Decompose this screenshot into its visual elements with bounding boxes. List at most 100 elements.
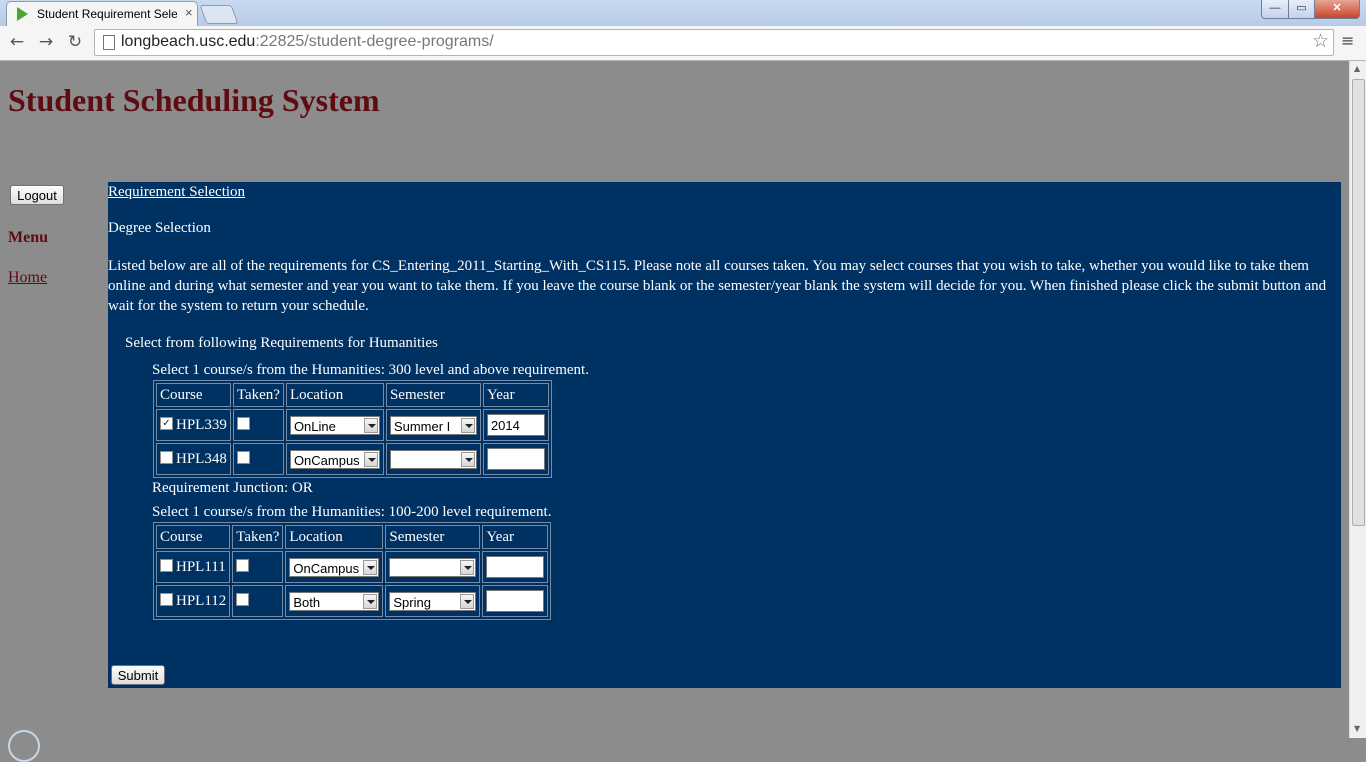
location-value: OnCampus xyxy=(293,452,360,468)
browser-menu-icon[interactable]: ≡ xyxy=(1341,33,1355,49)
new-tab-button[interactable] xyxy=(199,5,239,24)
year-input[interactable]: 2014 xyxy=(486,414,545,436)
taken-cell xyxy=(232,409,284,441)
taken-checkbox[interactable] xyxy=(236,450,250,464)
location-value: Both xyxy=(293,594,321,610)
chevron-down-icon[interactable] xyxy=(363,417,378,433)
address-bar[interactable]: longbeach.usc.edu:22825/student-degree-p… xyxy=(94,29,1334,56)
year-cell xyxy=(482,551,549,583)
chevron-down-icon[interactable] xyxy=(460,593,475,609)
bookmark-star-icon[interactable]: ☆ xyxy=(1312,30,1329,52)
semester-select[interactable]: Summer I xyxy=(389,415,477,435)
taken-checkbox[interactable] xyxy=(236,592,250,606)
close-window-button[interactable]: ✕ xyxy=(1314,0,1360,19)
intro-text: Listed below are all of the requirements… xyxy=(108,258,1327,314)
requirement-title: Select 1 course/s from the Humanities: 3… xyxy=(152,362,589,378)
semester-header: Semester xyxy=(385,525,481,549)
location-select[interactable]: OnCampus xyxy=(289,449,380,469)
tab-close-icon[interactable]: × xyxy=(185,5,193,20)
year-cell: 2014 xyxy=(482,409,549,441)
minimize-button[interactable]: — xyxy=(1261,0,1289,19)
browser-titlebar: Student Requirement Sele × — ▭ ✕ xyxy=(0,0,1366,27)
course-select-checkbox[interactable]: ✓ xyxy=(160,416,173,430)
taken-cell xyxy=(232,551,284,583)
location-header: Location xyxy=(285,383,384,407)
submit-button[interactable]: Submit xyxy=(111,665,165,685)
taken-cell xyxy=(232,443,284,475)
requirement-table: Course Taken? Location Semester Year HPL… xyxy=(153,522,552,620)
location-cell: OnLine xyxy=(285,409,384,441)
year-input[interactable] xyxy=(486,448,545,470)
year-input[interactable] xyxy=(486,556,545,578)
url-text[interactable]: longbeach.usc.edu:22825/student-degree-p… xyxy=(121,33,494,51)
course-header: Course xyxy=(156,525,231,549)
taken-header: Taken? xyxy=(232,525,284,549)
location-cell: OnCampus xyxy=(285,551,384,583)
tab-title: Student Requirement Sele xyxy=(37,7,177,21)
back-arrow-icon[interactable]: ← xyxy=(6,31,28,53)
course-cell: HPL112 xyxy=(156,585,231,617)
requirement-table: Course Taken? Location Semester Year ✓ HP… xyxy=(153,380,552,478)
chevron-down-icon[interactable] xyxy=(460,451,475,467)
taken-checkbox[interactable] xyxy=(236,416,250,430)
browser-toolbar: ← → ↻ longbeach.usc.edu:22825/student-de… xyxy=(0,26,1366,61)
course-select-checkbox[interactable] xyxy=(160,450,173,464)
taken-cell xyxy=(232,585,284,617)
maximize-button[interactable]: ▭ xyxy=(1288,0,1315,19)
requirement-group-title: Select from following Requirements for H… xyxy=(125,335,438,351)
location-cell: Both xyxy=(285,585,384,617)
browser-tab[interactable]: Student Requirement Sele × xyxy=(6,1,198,27)
scroll-up-arrow-icon[interactable]: ▲ xyxy=(1354,64,1360,73)
url-host: longbeach.usc.edu xyxy=(121,33,256,50)
chevron-down-icon[interactable] xyxy=(460,417,475,433)
home-link[interactable]: Home xyxy=(8,269,47,287)
scrollbar-thumb[interactable] xyxy=(1352,79,1365,526)
location-select[interactable]: Both xyxy=(289,591,380,611)
semester-value: Spring xyxy=(393,594,431,610)
semester-select[interactable]: Spring xyxy=(389,591,477,611)
course-cell: ✓ HPL339 xyxy=(156,409,231,441)
circle-icon xyxy=(8,730,40,762)
location-header: Location xyxy=(285,525,384,549)
chevron-down-icon[interactable] xyxy=(460,559,475,575)
play-favicon-icon xyxy=(17,7,28,21)
table-row: HPL111 OnCampus xyxy=(156,551,549,583)
vertical-scrollbar[interactable]: ▲ ▼ xyxy=(1349,61,1366,738)
course-select-checkbox[interactable] xyxy=(160,592,173,606)
year-header: Year xyxy=(482,383,549,407)
semester-header: Semester xyxy=(385,383,481,407)
logout-button[interactable]: Logout xyxy=(10,185,64,205)
table-header-row: Course Taken? Location Semester Year xyxy=(156,525,549,549)
course-code: HPL112 xyxy=(176,592,227,609)
taken-checkbox[interactable] xyxy=(236,558,250,572)
location-value: OnCampus xyxy=(293,560,360,576)
location-cell: OnCampus xyxy=(285,443,384,475)
table-row: ✓ HPL339 OnLine Summer I 2014 xyxy=(156,409,549,441)
scroll-down-arrow-icon[interactable]: ▼ xyxy=(1354,724,1360,733)
degree-selection-label: Degree Selection xyxy=(108,220,211,236)
site-title: Student Scheduling System xyxy=(8,82,380,118)
year-cell xyxy=(482,443,549,475)
reload-icon[interactable]: ↻ xyxy=(64,31,86,53)
course-header: Course xyxy=(156,383,231,407)
location-select[interactable]: OnCampus xyxy=(289,557,380,577)
semester-value: Summer I xyxy=(393,418,451,434)
course-select-checkbox[interactable] xyxy=(160,558,173,572)
chevron-down-icon[interactable] xyxy=(363,593,378,609)
year-header: Year xyxy=(482,525,549,549)
semester-select[interactable] xyxy=(389,449,477,469)
requirement-title: Select 1 course/s from the Humanities: 1… xyxy=(152,504,552,520)
requirement-junction: Requirement Junction: OR xyxy=(152,480,313,496)
semester-cell: Spring xyxy=(385,585,481,617)
requirement-selection-link[interactable]: Requirement Selection xyxy=(108,184,245,201)
course-code: HPL339 xyxy=(176,416,227,433)
chevron-down-icon[interactable] xyxy=(363,559,378,575)
course-cell: HPL111 xyxy=(156,551,231,583)
semester-cell xyxy=(385,443,481,475)
location-select[interactable]: OnLine xyxy=(289,415,380,435)
chevron-down-icon[interactable] xyxy=(363,451,378,467)
semester-select[interactable] xyxy=(389,557,477,577)
forward-arrow-icon[interactable]: → xyxy=(35,31,57,53)
year-input[interactable] xyxy=(486,590,545,612)
url-path: :22825/student-degree-programs/ xyxy=(255,33,494,50)
